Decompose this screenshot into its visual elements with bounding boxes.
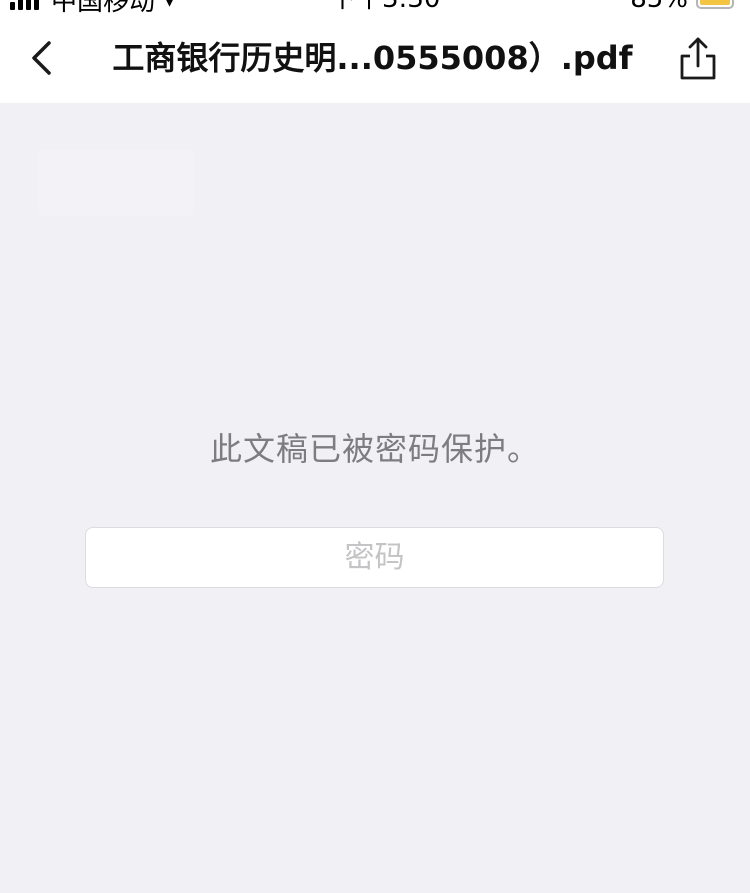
page-thumbnail-placeholder bbox=[38, 150, 194, 216]
status-left: 中国移动 ▾ bbox=[10, 0, 176, 14]
chevron-left-icon bbox=[32, 41, 51, 75]
status-time: 下午3:30 bbox=[330, 0, 440, 14]
battery-percent: 85% bbox=[630, 0, 688, 14]
battery-icon bbox=[696, 0, 734, 9]
share-button[interactable] bbox=[674, 34, 722, 84]
back-button[interactable] bbox=[20, 36, 64, 80]
battery-level bbox=[700, 0, 730, 5]
password-protected-message: 此文稿已被密码保护。 bbox=[209, 430, 540, 468]
carrier-label: 中国移动 bbox=[51, 0, 155, 14]
wifi-icon: ▾ bbox=[163, 0, 176, 14]
password-input[interactable] bbox=[85, 527, 664, 588]
status-right: 85% bbox=[630, 0, 734, 14]
status-bar: 中国移动 ▾ 下午3:30 85% bbox=[0, 0, 750, 14]
navigation-bar: 工商银行历史明...0555008）.pdf bbox=[0, 14, 750, 103]
share-icon bbox=[680, 37, 716, 80]
document-title: 工商银行历史明...0555008）.pdf bbox=[112, 39, 633, 77]
pdf-viewer-screen: 中国移动 ▾ 下午3:30 85% 工商银行历史明...0555008）.pdf bbox=[0, 0, 750, 893]
signal-strength-icon bbox=[10, 0, 39, 10]
